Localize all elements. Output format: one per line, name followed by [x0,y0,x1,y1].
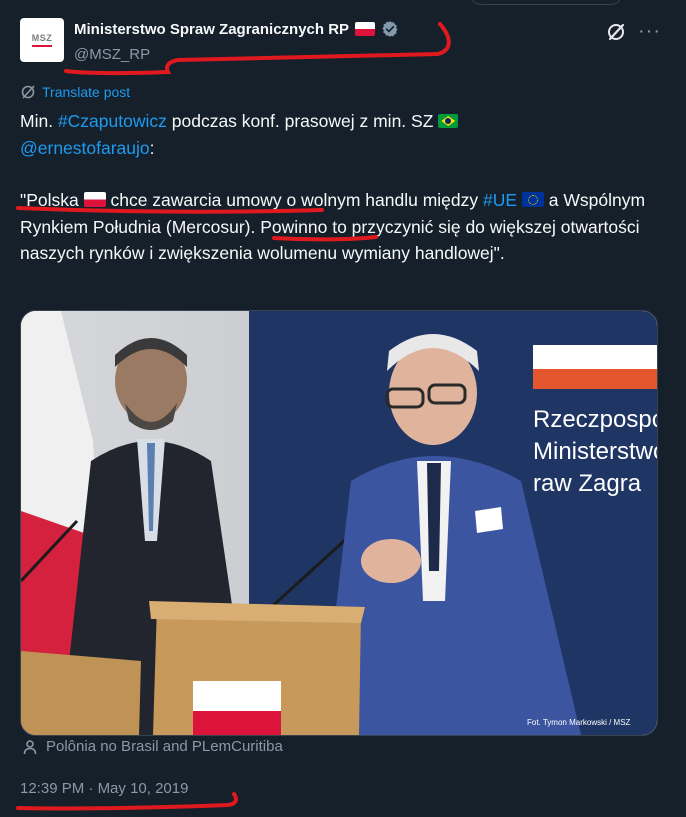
banner-text: Ministerstwo [533,438,657,465]
annotation-underline-timestamp [16,792,238,811]
mention-ernestofaraujo[interactable]: @ernestofaraujo [20,138,150,158]
annotation-underline-polska [16,206,324,214]
eu-flag-icon [521,192,544,207]
grok-icon[interactable] [606,22,626,42]
tagged-label[interactable]: Polônia no Brasil and PLemCuritiba [46,738,283,755]
translate-post-link[interactable]: Translate post [20,84,130,100]
tagged-users[interactable]: Polônia no Brasil and PLemCuritiba [22,738,283,755]
banner-text: raw Zagra [533,470,642,497]
press-conference-photo: Rzeczpospo Ministerstwo raw Zagra Fot. T… [21,311,657,735]
brazil-flag-icon [438,114,459,128]
text-span: podczas konf. prasowej z min. SZ [166,111,439,131]
text-span: : [149,137,155,158]
translate-label[interactable]: Translate post [42,84,130,100]
translate-icon [21,85,35,99]
previous-card-edge [470,0,622,5]
text-span: Min. [20,111,58,131]
annotation-underline-name [64,22,451,76]
avatar[interactable]: MSZ [20,18,64,62]
more-options-icon[interactable]: ··· [638,20,661,43]
hashtag-czaputowicz[interactable]: #Czaputowicz [58,111,167,131]
tweet-paragraph-1: Min. #Czaputowicz podczas konf. prasowej… [20,108,660,161]
tweet-paragraph-2: "Polska chce zawarcia umowy o wolnym han… [20,187,660,267]
annotation-underline-mercosur [272,235,378,242]
tweet-photo[interactable]: Rzeczpospo Ministerstwo raw Zagra Fot. T… [20,310,658,736]
banner-text: Rzeczpospo [533,406,657,433]
avatar-logo-bar [32,45,52,47]
person-tag-icon [23,739,37,754]
avatar-logo-text: MSZ [31,33,53,43]
photo-credit: Fot. Tymon Markowski / MSZ [527,718,631,727]
hashtag-ue[interactable]: #UE [483,190,517,210]
